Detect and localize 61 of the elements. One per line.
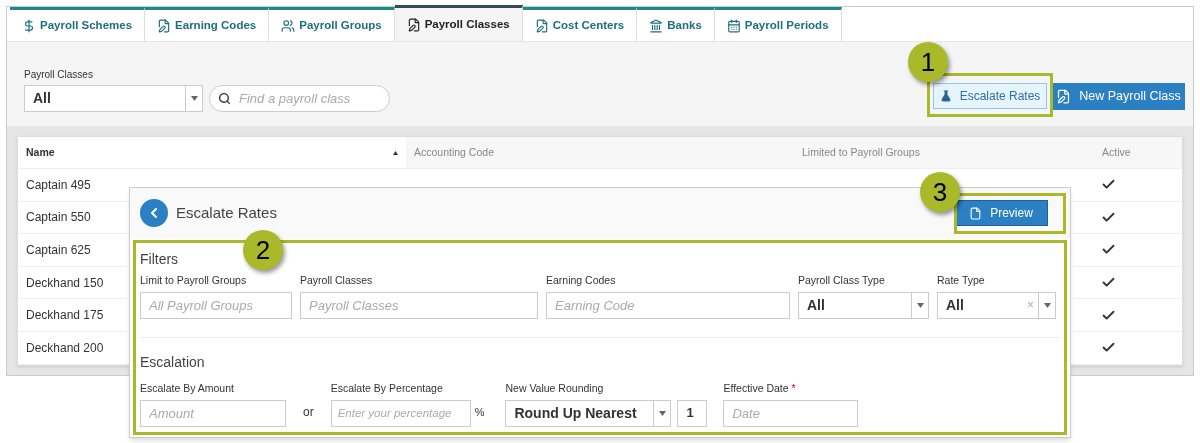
table-cell-text: Captain 550 bbox=[25, 209, 92, 227]
dropdown-caret-icon bbox=[658, 410, 666, 416]
table-cell-text: Captain 625 bbox=[25, 242, 92, 259]
date-field[interactable]: Date bbox=[723, 399, 859, 427]
field-label: Limit to Payroll Groups bbox=[140, 273, 248, 288]
percentage-field[interactable]: Enter your percentage bbox=[330, 399, 471, 427]
back-button[interactable] bbox=[140, 199, 168, 227]
new-payroll-class-button[interactable]: New Payroll Class bbox=[1052, 83, 1185, 110]
rounding-step-field[interactable]: 1 bbox=[677, 399, 708, 427]
tab-icon bbox=[726, 18, 741, 33]
tab[interactable]: Payroll Classes bbox=[394, 5, 523, 41]
field-label: Escalate By Percentage bbox=[330, 380, 444, 396]
earning-code-field[interactable]: Earning Code bbox=[546, 291, 790, 319]
field-label: Escalate By Amount bbox=[140, 380, 235, 396]
tab[interactable]: Earning Codes bbox=[145, 7, 270, 41]
payroll-classes-field[interactable]: Payroll Classes bbox=[300, 291, 538, 319]
column-header[interactable]: Limited to Payroll Groups bbox=[794, 137, 1094, 168]
field-label: Payroll Class Type bbox=[798, 273, 886, 288]
field-label: Payroll Classes bbox=[300, 273, 374, 288]
column-header[interactable]: Accounting Code bbox=[406, 137, 794, 168]
section-heading: Filters bbox=[140, 250, 179, 269]
table-cell-text: Deckhand 175 bbox=[25, 307, 105, 325]
or-label: or bbox=[303, 403, 314, 421]
tab-icon bbox=[157, 18, 172, 33]
payroll-class-type-select[interactable]: All bbox=[798, 291, 929, 319]
percent-label: % bbox=[474, 405, 485, 420]
payroll-groups-field[interactable]: All Payroll Groups bbox=[140, 291, 292, 319]
preview-button[interactable]: Preview bbox=[954, 200, 1048, 226]
field-label: Earning Codes bbox=[546, 273, 617, 288]
field-label: Effective Date * bbox=[723, 380, 797, 396]
tab-icon bbox=[281, 18, 296, 33]
escalate-rates-button[interactable]: Escalate Rates bbox=[933, 83, 1047, 109]
payroll-class-select[interactable]: All bbox=[24, 85, 203, 112]
dropdown-caret-icon bbox=[1043, 302, 1051, 308]
tab-icon bbox=[649, 18, 664, 33]
tab-icon bbox=[406, 17, 421, 32]
filter-label: Payroll Classes bbox=[24, 68, 94, 82]
dropdown-caret-icon bbox=[916, 302, 924, 308]
amount-field[interactable]: Amount bbox=[140, 399, 286, 427]
section-heading: Escalation bbox=[140, 352, 205, 372]
field-label: Rate Type bbox=[937, 273, 986, 288]
table-cell-text: Captain 495 bbox=[25, 176, 92, 194]
edit-document-icon bbox=[1056, 89, 1072, 104]
tab-icon bbox=[22, 18, 36, 33]
dropdown-caret-icon bbox=[190, 96, 198, 101]
rate-type-select[interactable]: All × bbox=[937, 291, 1056, 319]
tab[interactable]: Payroll Periods bbox=[714, 7, 842, 41]
search-icon bbox=[218, 92, 231, 105]
tab[interactable]: Payroll Groups bbox=[269, 7, 395, 41]
tab[interactable]: Cost Centers bbox=[522, 7, 638, 41]
table-cell-text: Deckhand 150 bbox=[25, 274, 105, 292]
tab[interactable]: Payroll Schemes bbox=[10, 7, 146, 41]
tab-icon bbox=[534, 18, 549, 33]
dialog-title: Escalate Rates bbox=[176, 202, 277, 223]
column-header[interactable]: Active bbox=[1094, 137, 1182, 168]
table-cell-text: Deckhand 200 bbox=[25, 339, 105, 357]
column-header[interactable]: Name bbox=[18, 137, 406, 168]
rounding-select[interactable]: Round Up Nearest bbox=[505, 399, 672, 427]
tab[interactable]: Banks bbox=[637, 7, 715, 41]
document-icon bbox=[969, 206, 983, 220]
field-label: New Value Rounding bbox=[505, 380, 605, 396]
